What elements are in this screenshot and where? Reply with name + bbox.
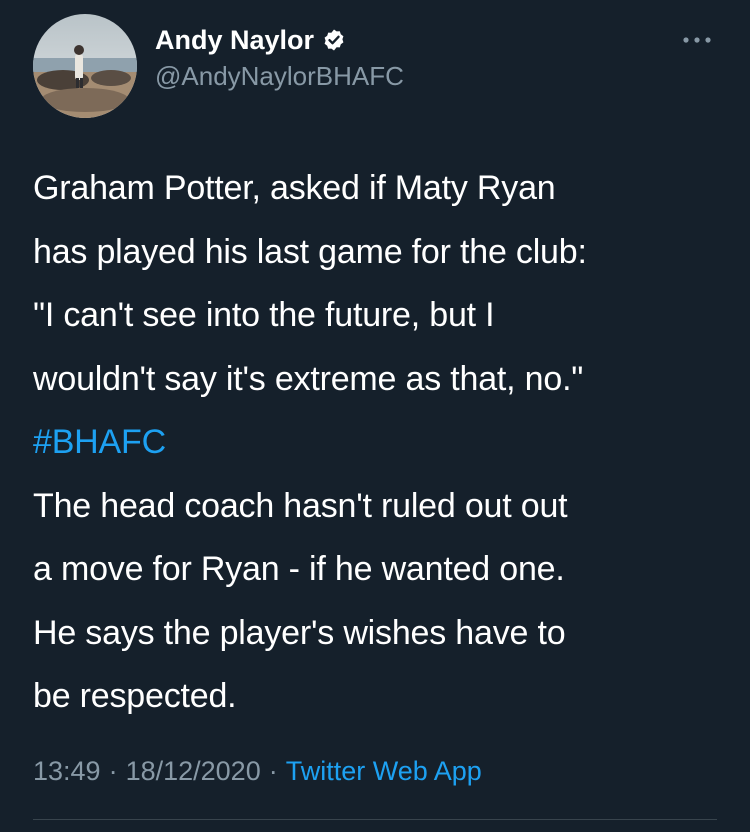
tweet-text-line: He says the player's wishes have to <box>33 613 566 652</box>
divider <box>33 819 717 820</box>
meta-separator: · <box>108 756 118 786</box>
hashtag-link[interactable]: #BHAFC <box>33 411 733 475</box>
tweet-text-line: a move for Ryan - if he wanted one. <box>33 550 565 588</box>
tweet-card: Andy Naylor @AndyNaylorBHAFC Graham Pott… <box>0 0 750 832</box>
tweet-text-line: be respected. <box>33 677 237 715</box>
author-name-row[interactable]: Andy Naylor <box>155 22 346 58</box>
tweet-meta: 13:49 · 18/12/2020 · Twitter Web App <box>33 756 482 787</box>
meta-separator: · <box>268 756 278 786</box>
display-name[interactable]: Andy Naylor <box>155 25 314 56</box>
verified-badge-icon <box>324 29 344 51</box>
tweet-text-line: "I can't see into the future, but I <box>33 296 495 334</box>
avatar[interactable] <box>33 14 137 118</box>
tweet-date[interactable]: 18/12/2020 <box>126 756 261 787</box>
more-options-button[interactable] <box>678 26 716 54</box>
source-link[interactable]: Twitter Web App <box>286 756 482 787</box>
tweet-text-line: The head coach hasn't ruled out out <box>33 486 568 525</box>
more-horizontal-icon <box>683 37 711 43</box>
tweet-text-line: has played his last game for the club: <box>33 232 587 271</box>
tweet-text-line: Graham Potter, asked if Maty Ryan <box>33 169 556 207</box>
tweet-text: Graham Potter, asked if Maty Ryan has pl… <box>33 157 733 729</box>
beach-photo-avatar <box>33 14 137 118</box>
user-handle[interactable]: @AndyNaylorBHAFC <box>155 61 404 92</box>
tweet-text-line: wouldn't say it's extreme as that, no." <box>33 359 584 398</box>
tweet-time[interactable]: 13:49 <box>33 756 101 787</box>
